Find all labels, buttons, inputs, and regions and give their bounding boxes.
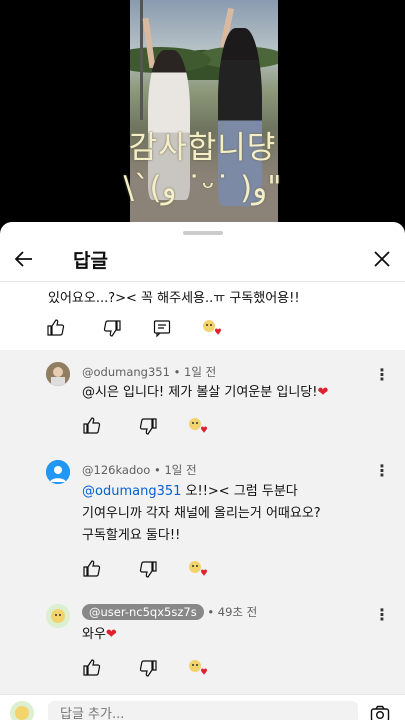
reply-icon[interactable] bbox=[152, 318, 172, 338]
reply-meta: @odumang351 • 1일 전 bbox=[82, 365, 217, 379]
reply-meta: @126kadoo • 1일 전 bbox=[82, 463, 197, 477]
creator-heart-icon bbox=[189, 418, 207, 433]
dislike-icon[interactable] bbox=[138, 416, 158, 436]
close-icon[interactable] bbox=[370, 247, 394, 271]
parent-comment-actions bbox=[46, 318, 246, 342]
video-caption-line2: \`(و ˙ᵕ˙ )و" bbox=[123, 170, 282, 206]
back-arrow-icon[interactable] bbox=[12, 247, 36, 271]
dislike-icon[interactable] bbox=[138, 559, 158, 579]
header-divider bbox=[0, 281, 405, 282]
reply-text: @odumang351 오!!>< 그럼 두분다 기여우니까 각자 채널에 올리… bbox=[82, 481, 321, 547]
reply-time: 1일 전 bbox=[184, 365, 217, 379]
more-options-icon[interactable]: ⋮ bbox=[374, 463, 390, 480]
sheet-drag-handle[interactable] bbox=[183, 231, 223, 235]
creator-heart-icon bbox=[189, 561, 207, 576]
like-icon[interactable] bbox=[46, 318, 66, 338]
reply-actions bbox=[82, 559, 222, 583]
heart-emoji: ❤ bbox=[317, 385, 329, 400]
reply-author[interactable]: @odumang351 bbox=[82, 365, 170, 379]
reply-text-line3: 구독할게요 둘다!! bbox=[82, 528, 181, 543]
like-icon[interactable] bbox=[82, 559, 102, 579]
reply-actions bbox=[82, 658, 222, 682]
reply-text-line2: 기여우니까 각자 채널에 올리는거 어때요오? bbox=[82, 506, 321, 521]
my-avatar bbox=[10, 701, 34, 720]
reply-time: 1일 전 bbox=[164, 463, 197, 477]
avatar[interactable] bbox=[46, 362, 70, 386]
reply-meta: @user-nc5qx5sz7s • 49초 전 bbox=[82, 604, 257, 620]
reply-input[interactable] bbox=[48, 701, 358, 720]
reply-text-content: 오!!>< 그럼 두분다 bbox=[181, 484, 298, 499]
character-avatar-icon bbox=[46, 604, 70, 628]
heart-emoji: ❤ bbox=[105, 627, 117, 642]
avatar-photo-icon bbox=[46, 362, 70, 386]
avatar[interactable] bbox=[46, 460, 70, 484]
reply-author[interactable]: @user-nc5qx5sz7s bbox=[82, 604, 204, 620]
sheet-header: 답글 bbox=[0, 240, 405, 280]
reply-text-content: 와우 bbox=[82, 627, 106, 642]
more-options-icon[interactable]: ⋮ bbox=[374, 607, 390, 624]
creator-heart-icon bbox=[203, 320, 221, 335]
reply-author[interactable]: @126kadoo bbox=[82, 463, 150, 477]
camera-icon[interactable] bbox=[370, 705, 390, 720]
dislike-icon[interactable] bbox=[138, 658, 158, 678]
avatar[interactable] bbox=[46, 604, 70, 628]
character-avatar-icon bbox=[10, 701, 34, 720]
default-avatar-icon bbox=[46, 460, 70, 484]
video-player[interactable]: 감사합니댱 \`(و ˙ᵕ˙ )و" bbox=[0, 0, 405, 235]
reply-text: @시은 입니다! 제가 볼살 기여운분 입니당!❤ bbox=[82, 382, 328, 404]
dislike-icon[interactable] bbox=[102, 318, 122, 338]
reply-actions bbox=[82, 416, 222, 440]
creator-heart-icon bbox=[189, 660, 207, 675]
reply-text: 와우❤ bbox=[82, 624, 117, 646]
reply-text-content: @시은 입니다! 제가 볼살 기여운분 입니당! bbox=[82, 385, 318, 400]
reply-time: 49초 전 bbox=[217, 605, 258, 619]
parent-comment-text: 있어요오...?>< 꼭 해주세용..ㅠ 구독했어용!! bbox=[48, 291, 300, 306]
reply-input-bar bbox=[0, 694, 405, 720]
mention-link[interactable]: @odumang351 bbox=[82, 484, 181, 499]
more-options-icon[interactable]: ⋮ bbox=[374, 367, 390, 384]
like-icon[interactable] bbox=[82, 416, 102, 436]
like-icon[interactable] bbox=[82, 658, 102, 678]
video-caption-line1: 감사합니댱 bbox=[128, 130, 277, 166]
sheet-title: 답글 bbox=[73, 250, 108, 272]
